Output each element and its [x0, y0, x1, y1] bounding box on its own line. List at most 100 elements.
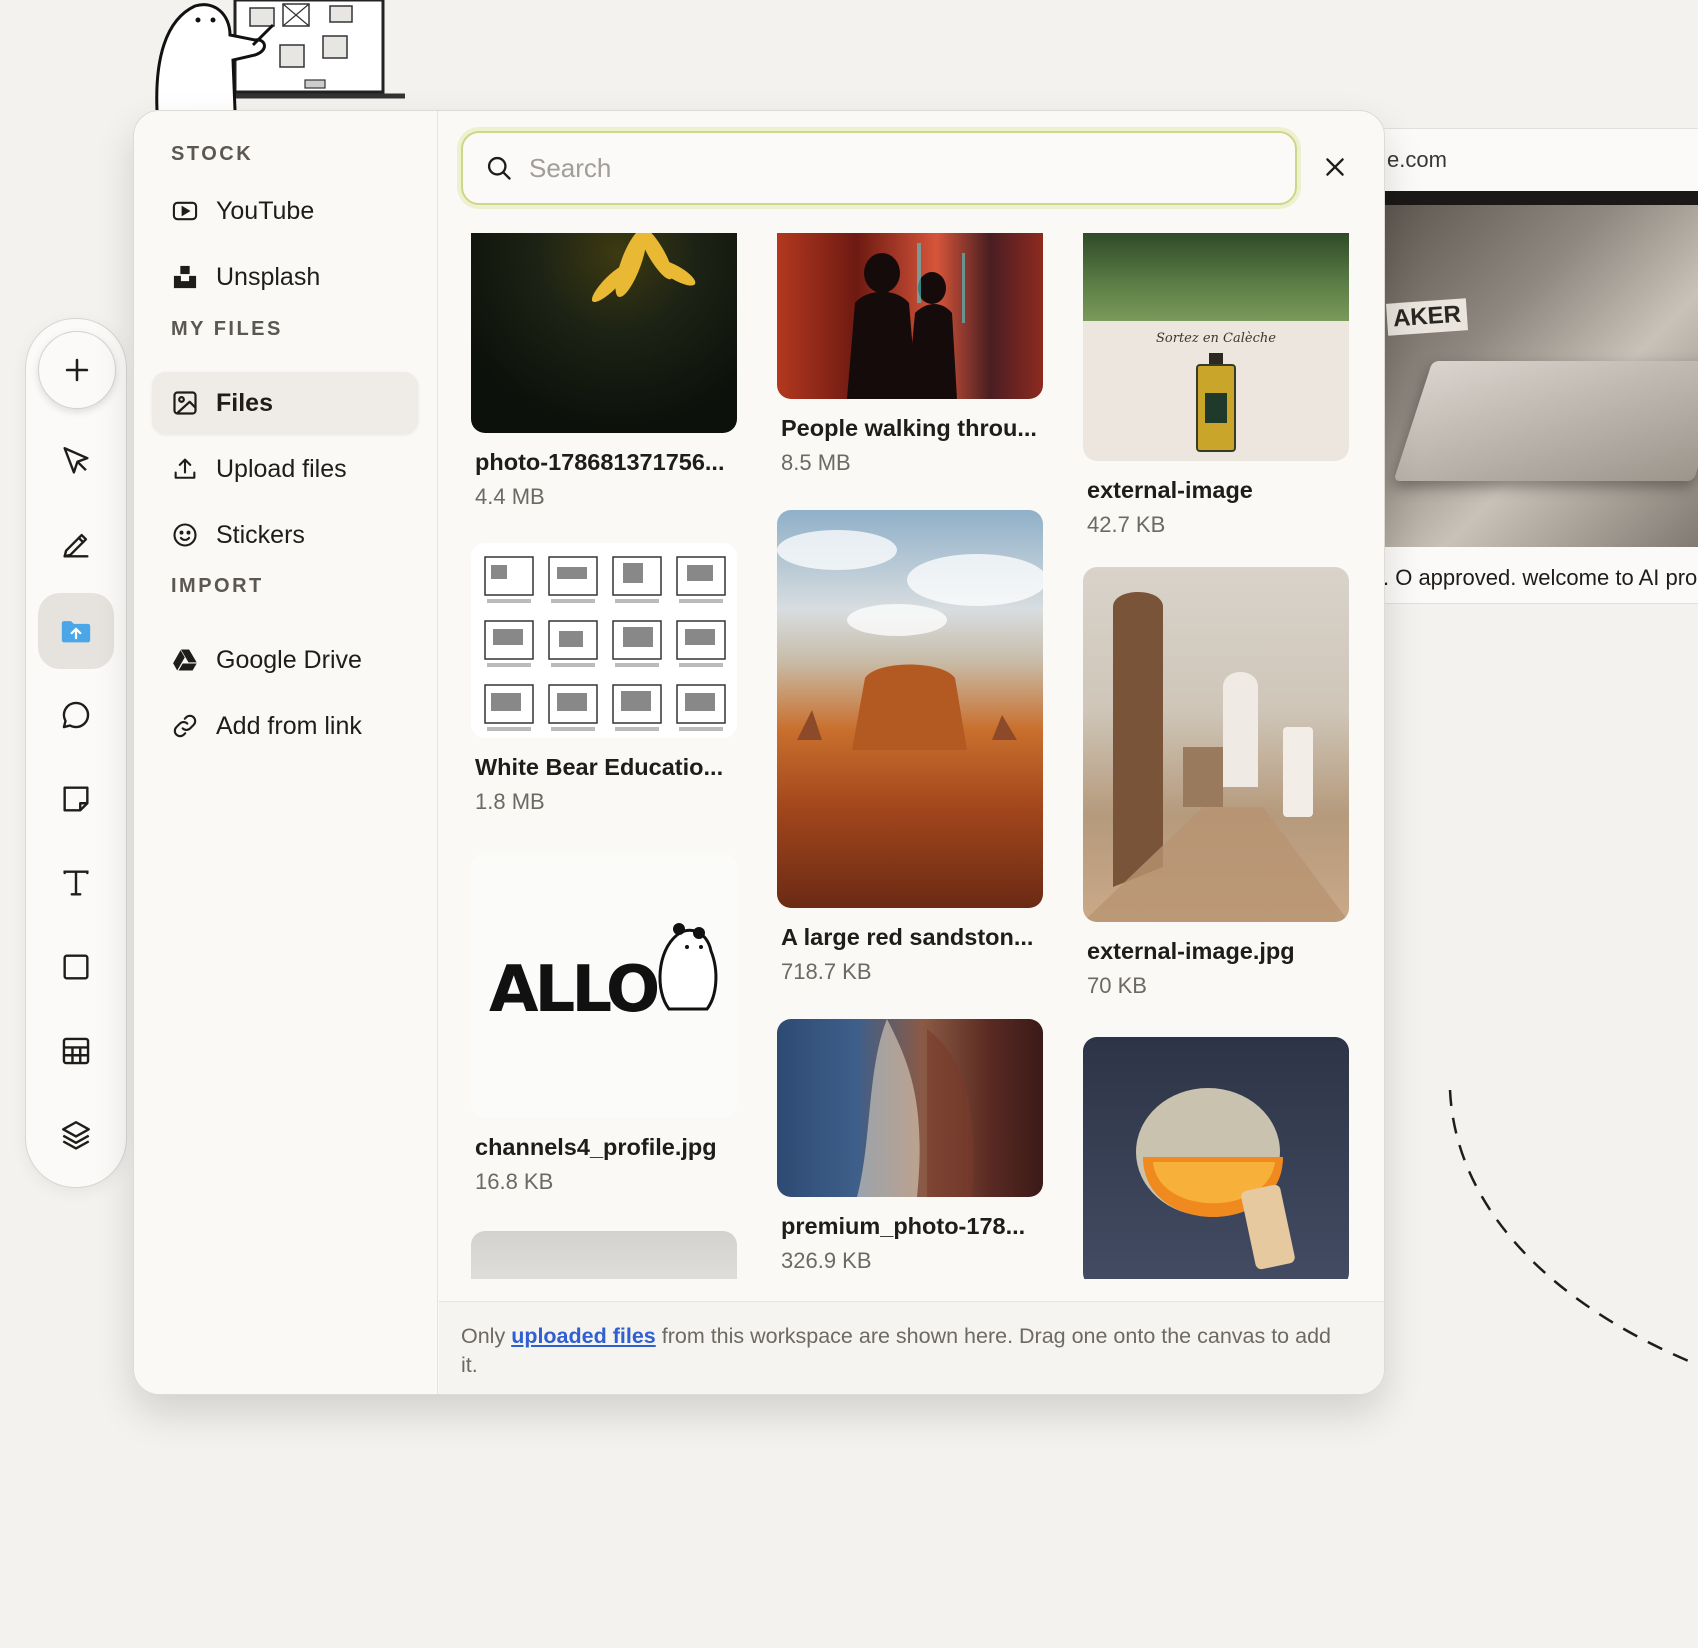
- search-input[interactable]: [527, 151, 1251, 185]
- file-name: White Bear Educatio...: [475, 754, 724, 780]
- footer-note: Only uploaded files from this workspace …: [461, 1324, 1331, 1377]
- image-icon: [173, 391, 197, 415]
- bear-whiteboard-sticker[interactable]: [155, 0, 405, 110]
- file-thumbnail-perfume-ad: Sortez en Calèche: [1083, 233, 1349, 461]
- media-panel: STOCK YouTube Unsplash MY FILES Files Up…: [133, 110, 1385, 1395]
- table-icon: [62, 1037, 90, 1065]
- file-name: external-image: [1087, 477, 1253, 503]
- smiley-icon: [173, 523, 197, 547]
- file-item[interactable]: photo-178681371756... 4.4 MB: [471, 233, 737, 510]
- pen-tool-button[interactable]: [38, 507, 114, 583]
- my-files-section-title: MY FILES: [171, 318, 283, 340]
- rectangle-icon: [63, 954, 89, 980]
- search-box[interactable]: [461, 131, 1297, 205]
- card-caption: . O approved. welcome to AI pro: [1383, 565, 1698, 590]
- sidebar-item-label: Files: [216, 388, 273, 417]
- file-item[interactable]: People walking throu... 8.5 MB: [777, 233, 1043, 476]
- card-thumbnail: AKER: [1383, 191, 1698, 547]
- layers-tool-button[interactable]: [38, 1097, 114, 1173]
- import-section-title: IMPORT: [171, 575, 264, 597]
- sticky-note-tool-button[interactable]: [38, 761, 114, 837]
- file-size: 4.4 MB: [475, 484, 545, 509]
- uploaded-files-link[interactable]: uploaded files: [511, 1324, 656, 1348]
- link-icon: [173, 714, 197, 738]
- layers-icon: [62, 1121, 90, 1150]
- sidebar-item-label: Google Drive: [216, 645, 362, 674]
- close-icon: [1326, 158, 1344, 176]
- table-tool-button[interactable]: [38, 1013, 114, 1089]
- file-thumbnail-sandstone: [777, 510, 1043, 908]
- sidebar-item-label: YouTube: [216, 196, 315, 225]
- unsplash-icon: [173, 265, 197, 289]
- file-name: People walking throu...: [781, 415, 1037, 441]
- card-url: e.com: [1387, 147, 1447, 172]
- file-thumbnail-partial: [471, 1231, 737, 1279]
- canvas-web-card[interactable]: e.com AKER . O approved. welcome to AI p…: [1382, 128, 1698, 604]
- sidebar-item-files[interactable]: Files: [152, 372, 418, 434]
- file-thumbnail-comic-grid: [471, 543, 737, 738]
- perfume-ad-label: Sortez en Calèche: [1156, 331, 1276, 346]
- sidebar-item-add-from-link[interactable]: Add from link: [152, 695, 418, 757]
- allo-logo-text: ALLO: [489, 953, 660, 1027]
- file-size: 326.9 KB: [781, 1248, 872, 1273]
- file-thumbnail-interior: [1083, 567, 1349, 922]
- text-icon: [63, 870, 89, 896]
- canvas-toolbar: [25, 318, 127, 1188]
- cursor-icon: [63, 447, 89, 474]
- file-grid: photo-178681371756... 4.4 MB White Bear …: [439, 233, 1384, 1279]
- file-item[interactable]: premium_photo-178... 326.9 KB: [777, 1019, 1043, 1274]
- file-name: photo-178681371756...: [475, 449, 725, 475]
- file-item[interactable]: White Bear Educatio... 1.8 MB: [471, 543, 737, 815]
- plus-icon: [65, 358, 89, 382]
- sidebar-item-stickers[interactable]: Stickers: [152, 504, 418, 566]
- file-thumbnail-sunflower: [471, 233, 737, 433]
- search-icon: [487, 156, 511, 180]
- file-size: 42.7 KB: [1087, 512, 1166, 537]
- upload-icon: [174, 458, 196, 479]
- select-tool-button[interactable]: [38, 423, 114, 499]
- file-thumbnail-street: [777, 233, 1043, 399]
- file-name: external-image.jpg: [1087, 938, 1295, 964]
- file-thumbnail-allo-logo: ALLO: [471, 853, 737, 1118]
- pen-icon: [63, 533, 89, 558]
- sidebar-item-label: Upload files: [216, 454, 347, 483]
- file-size: 8.5 MB: [781, 450, 851, 475]
- media-content: photo-178681371756... 4.4 MB Whi: [439, 111, 1384, 1394]
- file-size: 1.8 MB: [475, 789, 545, 814]
- text-tool-button[interactable]: [38, 845, 114, 921]
- file-name: A large red sandston...: [781, 924, 1034, 950]
- add-button[interactable]: [38, 331, 116, 409]
- sidebar-item-label: Stickers: [216, 520, 305, 549]
- file-name: premium_photo-178...: [781, 1213, 1026, 1239]
- sidebar-item-youtube[interactable]: YouTube: [152, 180, 418, 242]
- sidebar-item-label: Unsplash: [216, 262, 321, 291]
- file-item[interactable]: Sortez en Calèche external-image 42.7 KB: [1083, 233, 1349, 538]
- file-thumbnail-jacket: [777, 1019, 1043, 1197]
- sticky-note-icon: [63, 786, 89, 812]
- file-item[interactable]: ALLO channels4_profile.jpg 16.8 KB: [471, 853, 737, 1195]
- folder-upload-icon: [61, 621, 91, 643]
- file-size: 70 KB: [1087, 973, 1147, 998]
- file-name: channels4_profile.jpg: [475, 1134, 717, 1160]
- file-item[interactable]: A large red sandston... 718.7 KB: [777, 510, 1043, 985]
- google-drive-icon: [173, 649, 197, 671]
- comment-tool-button[interactable]: [38, 677, 114, 753]
- stock-section-title: STOCK: [171, 143, 254, 165]
- file-item[interactable]: external-image.jpg 70 KB: [1083, 567, 1349, 999]
- file-item[interactable]: [471, 1231, 737, 1279]
- comment-icon: [62, 701, 90, 729]
- sidebar-item-google-drive[interactable]: Google Drive: [152, 629, 418, 691]
- rectangle-tool-button[interactable]: [38, 929, 114, 1005]
- sidebar-item-upload-files[interactable]: Upload files: [152, 438, 418, 500]
- files-tool-button[interactable]: [38, 593, 114, 669]
- media-sidebar: STOCK YouTube Unsplash MY FILES Files Up…: [134, 111, 438, 1394]
- file-item[interactable]: [1083, 1037, 1349, 1279]
- close-button[interactable]: [1315, 147, 1355, 187]
- dashed-connector-line[interactable]: [1430, 1080, 1698, 1380]
- sidebar-item-unsplash[interactable]: Unsplash: [152, 246, 418, 308]
- file-size: 718.7 KB: [781, 959, 872, 984]
- file-size: 16.8 KB: [475, 1169, 554, 1194]
- sidebar-item-label: Add from link: [216, 711, 362, 740]
- file-thumbnail-orange-perfume: [1083, 1037, 1349, 1279]
- youtube-icon: [172, 201, 198, 221]
